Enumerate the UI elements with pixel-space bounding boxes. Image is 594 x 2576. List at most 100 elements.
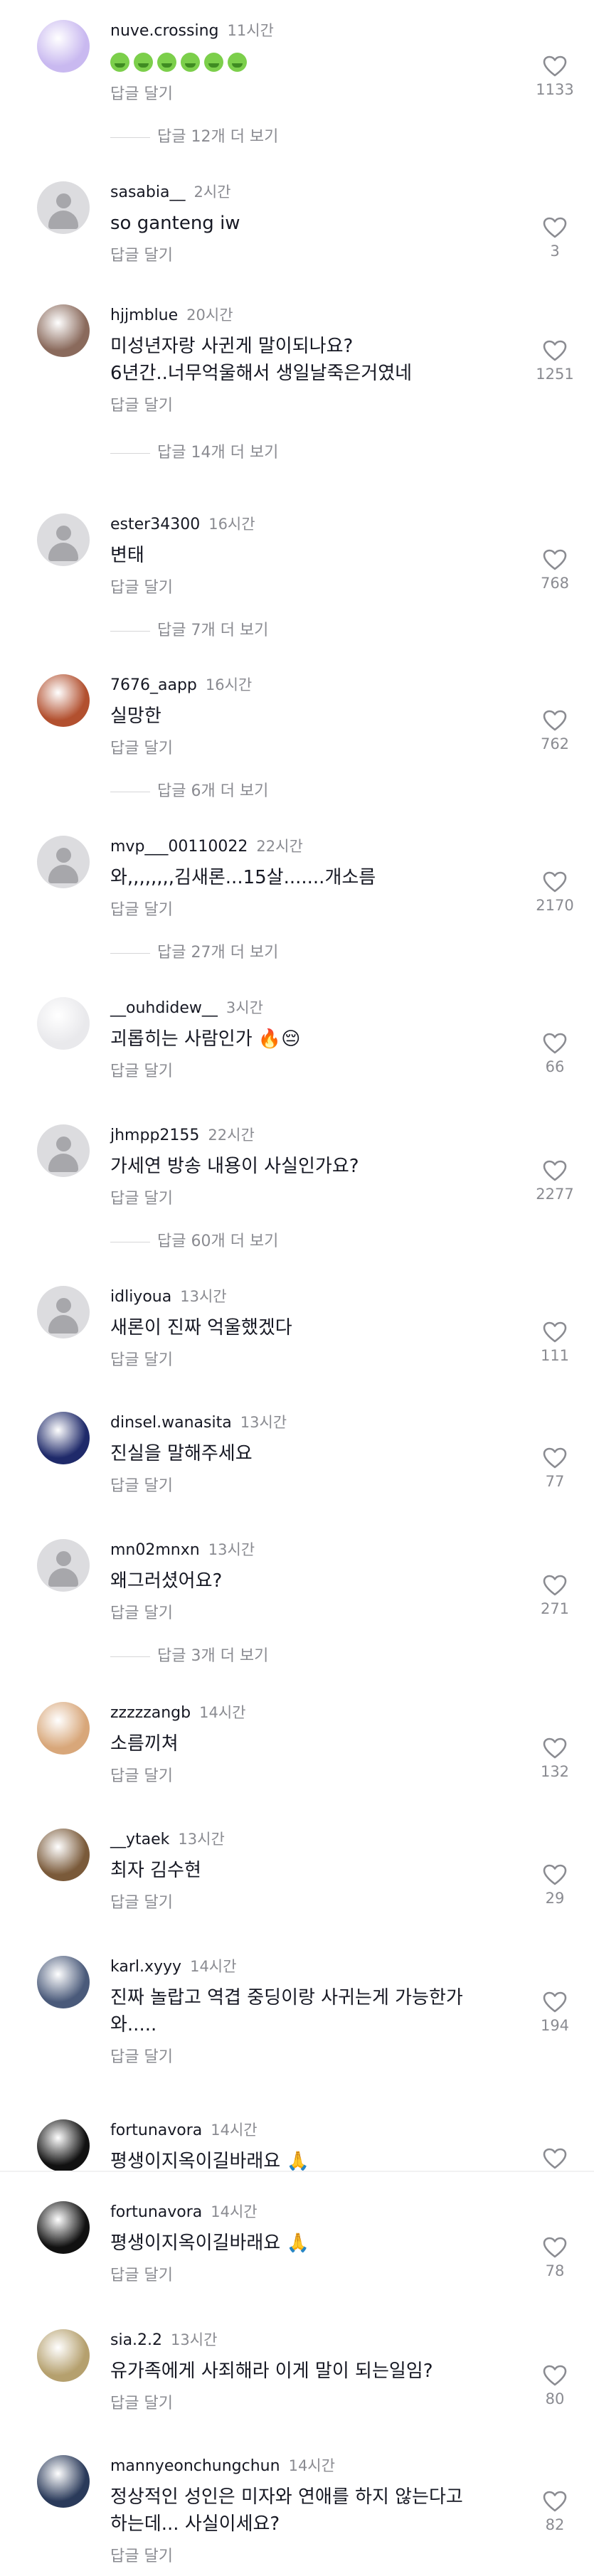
username[interactable]: 7676_aapp: [110, 676, 197, 694]
like-button[interactable]: 2277: [526, 1160, 583, 1204]
avatar[interactable]: [37, 304, 90, 357]
nauseated-face-icon: [228, 53, 247, 72]
like-button[interactable]: 762: [526, 710, 583, 754]
reply-button[interactable]: 답글 달기: [110, 395, 173, 417]
username[interactable]: jhmpp2155: [110, 1127, 199, 1144]
like-button[interactable]: 271: [526, 1575, 583, 1619]
username[interactable]: sasabia__: [110, 183, 185, 201]
avatar[interactable]: [37, 997, 90, 1050]
reply-button[interactable]: 답글 달기: [110, 900, 173, 921]
reply-button[interactable]: 답글 달기: [110, 2265, 173, 2287]
like-button[interactable]: 2170: [526, 871, 583, 915]
avatar[interactable]: [37, 1286, 90, 1338]
username[interactable]: sia.2.2: [110, 2331, 162, 2349]
username[interactable]: mannyeonchungchun: [110, 2457, 280, 2475]
like-button[interactable]: 132: [526, 1737, 583, 1782]
like-count: 2170: [536, 897, 574, 914]
reply-button[interactable]: 답글 달기: [110, 1766, 173, 1787]
avatar[interactable]: [37, 2329, 90, 2382]
username[interactable]: hjjmblue: [110, 307, 178, 324]
heart-outline-icon: [526, 2491, 583, 2512]
comment-meta: __ytaek 13시간: [110, 1829, 225, 1851]
like-button[interactable]: 66: [526, 1033, 583, 1077]
username[interactable]: mvp___00110022: [110, 838, 248, 856]
view-more-replies-label: 답글 6개 더 보기: [157, 782, 269, 800]
avatar[interactable]: [37, 1702, 90, 1755]
avatar[interactable]: [37, 2455, 90, 2508]
like-button[interactable]: [526, 2148, 583, 2169]
username[interactable]: __ouhdidew__: [110, 999, 218, 1017]
avatar[interactable]: [37, 836, 90, 888]
reply-button[interactable]: 답글 달기: [110, 578, 173, 599]
comment-meta: jhmpp2155 22시간: [110, 1124, 255, 1146]
username[interactable]: fortunavora: [110, 2203, 202, 2221]
avatar[interactable]: [37, 513, 90, 566]
avatar[interactable]: [37, 2201, 90, 2254]
username[interactable]: nuve.crossing: [110, 22, 219, 40]
username[interactable]: karl.xyyy: [110, 1958, 181, 1976]
like-button[interactable]: 1251: [526, 340, 583, 384]
like-count: 66: [545, 1058, 565, 1075]
username[interactable]: zzzzzangb: [110, 1704, 191, 1722]
timestamp: 14시간: [211, 2203, 258, 2220]
username[interactable]: idliyoua: [110, 1288, 171, 1306]
like-button[interactable]: 82: [526, 2491, 583, 2535]
reply-button[interactable]: 답글 달기: [110, 1188, 173, 1210]
username[interactable]: ester34300: [110, 516, 200, 533]
comment-text: 진실을 말해주세요: [110, 1443, 253, 1464]
reply-button[interactable]: 답글 달기: [110, 84, 173, 105]
comment-text: so ganteng iw: [110, 213, 240, 234]
like-button[interactable]: 3: [526, 217, 583, 261]
comment-text: 가세연 방송 내용이 사실인가요?: [110, 1156, 359, 1177]
reply-button[interactable]: 답글 달기: [110, 1476, 173, 1497]
like-button[interactable]: 194: [526, 1991, 583, 2035]
avatar[interactable]: [37, 1412, 90, 1464]
heart-outline-icon: [526, 217, 583, 238]
heart-outline-icon: [526, 55, 583, 77]
like-button[interactable]: 78: [526, 2237, 583, 2281]
comment-meta: idliyoua 13시간: [110, 1286, 227, 1308]
avatar[interactable]: [37, 1829, 90, 1881]
like-count: 80: [545, 2390, 565, 2407]
heart-outline-icon: [526, 2148, 583, 2169]
heart-outline-icon: [526, 1991, 583, 2013]
username[interactable]: mn02mnxn: [110, 1541, 200, 1559]
reply-button[interactable]: 답글 달기: [110, 2546, 173, 2567]
avatar[interactable]: [37, 181, 90, 234]
reply-button[interactable]: 답글 달기: [110, 1893, 173, 1914]
reply-button[interactable]: 답글 달기: [110, 245, 173, 267]
heart-outline-icon: [526, 2237, 583, 2258]
timestamp: 16시간: [205, 676, 253, 693]
reply-button[interactable]: 답글 달기: [110, 1350, 173, 1371]
comment-text: 평생이지옥이길바래요 🙏: [110, 2232, 309, 2254]
reply-button[interactable]: 답글 달기: [110, 1603, 173, 1624]
avatar[interactable]: [37, 1539, 90, 1592]
username[interactable]: dinsel.wanasita: [110, 1414, 232, 1432]
reply-button[interactable]: 답글 달기: [110, 738, 173, 760]
heart-outline-icon: [526, 1575, 583, 1596]
username[interactable]: fortunavora: [110, 2122, 202, 2139]
avatar[interactable]: [37, 1124, 90, 1177]
comment-meta: fortunavora 14시간: [110, 2119, 258, 2141]
view-more-replies-label: 답글 27개 더 보기: [157, 944, 279, 962]
avatar[interactable]: [37, 2119, 90, 2172]
screenshot-seam-divider: [0, 2171, 594, 2172]
timestamp: 13시간: [240, 1414, 287, 1431]
timestamp: 14시간: [288, 2457, 335, 2474]
username[interactable]: __ytaek: [110, 1831, 169, 1848]
avatar[interactable]: [37, 1956, 90, 2008]
reply-button[interactable]: 답글 달기: [110, 1061, 173, 1082]
like-button[interactable]: 111: [526, 1321, 583, 1366]
like-button[interactable]: 80: [526, 2365, 583, 2409]
like-button[interactable]: 1133: [526, 55, 583, 100]
comment-text: 변태: [110, 545, 144, 566]
view-more-replies-label: 답글 12개 더 보기: [157, 128, 279, 146]
like-count: 77: [545, 1473, 565, 1490]
avatar[interactable]: [37, 674, 90, 727]
reply-button[interactable]: 답글 달기: [110, 2393, 173, 2415]
like-button[interactable]: 29: [526, 1864, 583, 1908]
reply-button[interactable]: 답글 달기: [110, 2047, 173, 2068]
like-button[interactable]: 768: [526, 549, 583, 593]
avatar[interactable]: [37, 20, 90, 73]
like-button[interactable]: 77: [526, 1447, 583, 1491]
